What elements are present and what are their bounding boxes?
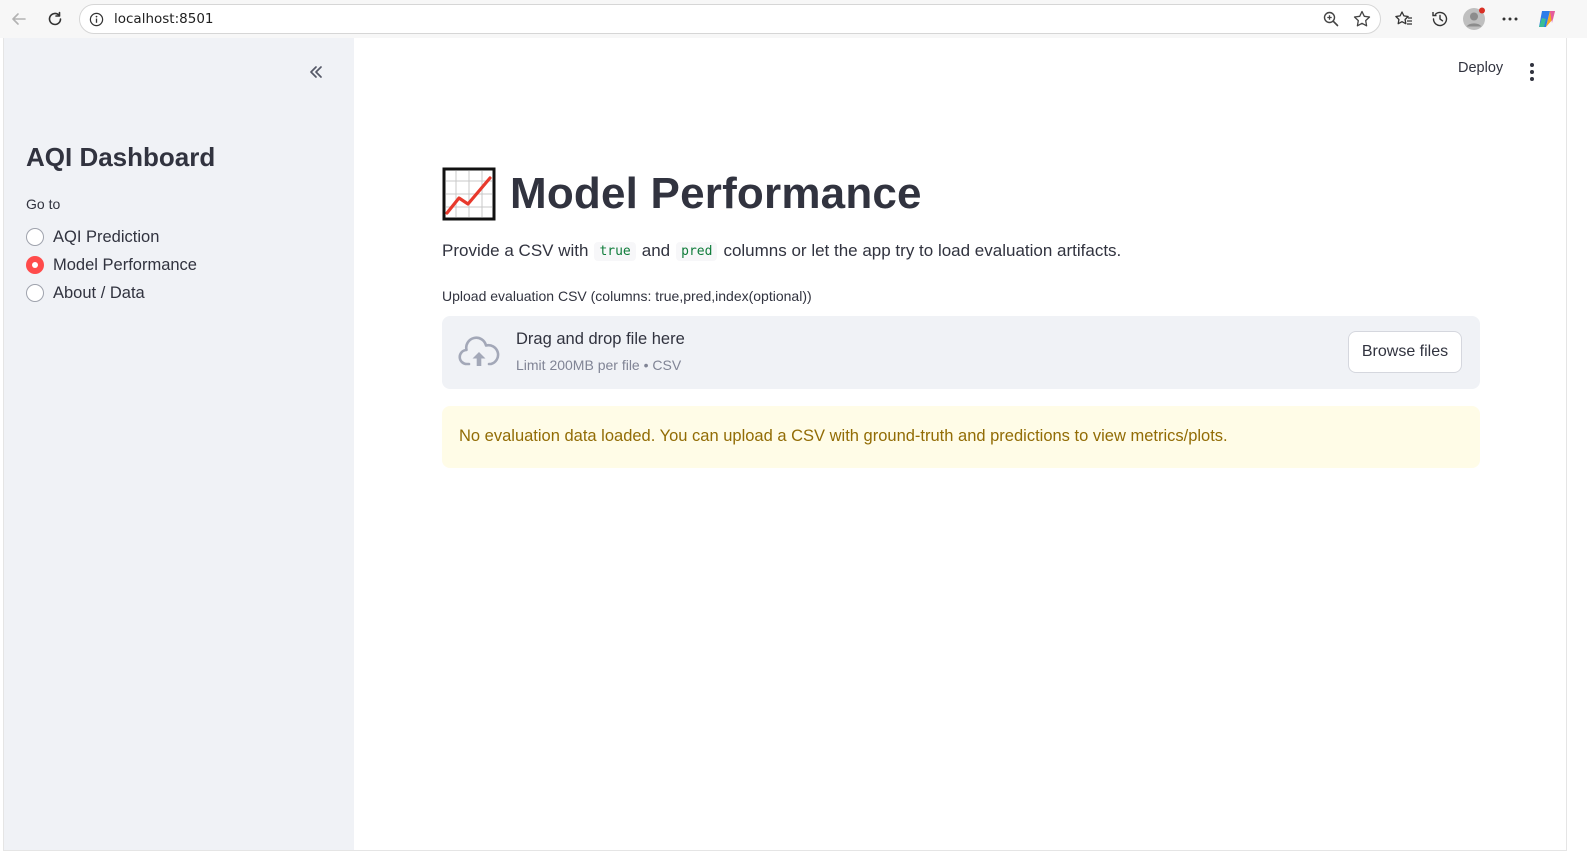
sidebar: AQI Dashboard Go to AQI Prediction Model… bbox=[4, 38, 354, 850]
back-arrow-icon[interactable] bbox=[6, 6, 32, 32]
radio-about-data[interactable]: About / Data bbox=[26, 281, 145, 305]
dropzone-limit-text: Limit 200MB per file • CSV bbox=[516, 357, 682, 373]
alert-text: No evaluation data loaded. You can uploa… bbox=[459, 427, 1228, 445]
file-dropzone[interactable]: Drag and drop file here Limit 200MB per … bbox=[442, 316, 1480, 389]
deploy-button[interactable]: Deploy bbox=[1458, 60, 1503, 76]
page-title-text: Model Performance bbox=[510, 169, 922, 218]
nav-label: Go to bbox=[26, 196, 61, 212]
description-middle: and bbox=[641, 241, 671, 260]
url-text[interactable]: localhost:8501 bbox=[114, 11, 214, 27]
radio-button-unchecked[interactable] bbox=[26, 284, 44, 302]
profile-avatar-icon[interactable] bbox=[1462, 7, 1486, 31]
browse-files-button[interactable]: Browse files bbox=[1348, 331, 1462, 373]
bookmark-star-icon[interactable] bbox=[1352, 9, 1372, 29]
page-title: Model Performance bbox=[442, 162, 922, 226]
upload-label: Upload evaluation CSV (columns: true,pre… bbox=[442, 288, 812, 304]
description-suffix: columns or let the app try to load evalu… bbox=[723, 241, 1122, 260]
chart-increasing-icon bbox=[442, 167, 496, 221]
address-bar[interactable]: localhost:8501 bbox=[79, 4, 1381, 34]
zoom-icon[interactable] bbox=[1322, 10, 1340, 28]
site-info-icon[interactable] bbox=[88, 11, 104, 27]
radio-aqi-prediction[interactable]: AQI Prediction bbox=[26, 225, 159, 249]
sidebar-title: AQI Dashboard bbox=[26, 142, 216, 172]
radio-label: AQI Prediction bbox=[53, 227, 160, 246]
browser-toolbar: localhost:8501 bbox=[0, 0, 1587, 38]
radio-button-checked[interactable] bbox=[26, 256, 44, 274]
radio-model-performance[interactable]: Model Performance bbox=[26, 253, 197, 277]
description: Provide a CSV with true and pred columns… bbox=[442, 241, 1121, 261]
more-menu-icon[interactable] bbox=[1498, 7, 1522, 31]
radio-label: About / Data bbox=[53, 283, 145, 302]
reload-icon[interactable] bbox=[42, 6, 68, 32]
radio-button-unchecked[interactable] bbox=[26, 228, 44, 246]
app-window: AQI Dashboard Go to AQI Prediction Model… bbox=[3, 38, 1567, 851]
history-icon[interactable] bbox=[1428, 7, 1452, 31]
favorites-icon[interactable] bbox=[1392, 7, 1416, 31]
collapse-sidebar-icon[interactable] bbox=[304, 60, 328, 84]
copilot-icon[interactable] bbox=[1535, 7, 1559, 31]
main-menu-icon[interactable] bbox=[1522, 60, 1542, 84]
warning-alert: No evaluation data loaded. You can uploa… bbox=[442, 406, 1480, 468]
code-true: true bbox=[594, 241, 636, 261]
radio-label: Model Performance bbox=[53, 255, 197, 274]
dropzone-text: Drag and drop file here bbox=[516, 330, 685, 348]
description-prefix: Provide a CSV with bbox=[442, 241, 589, 260]
cloud-upload-icon bbox=[458, 336, 500, 366]
code-pred: pred bbox=[676, 241, 718, 261]
